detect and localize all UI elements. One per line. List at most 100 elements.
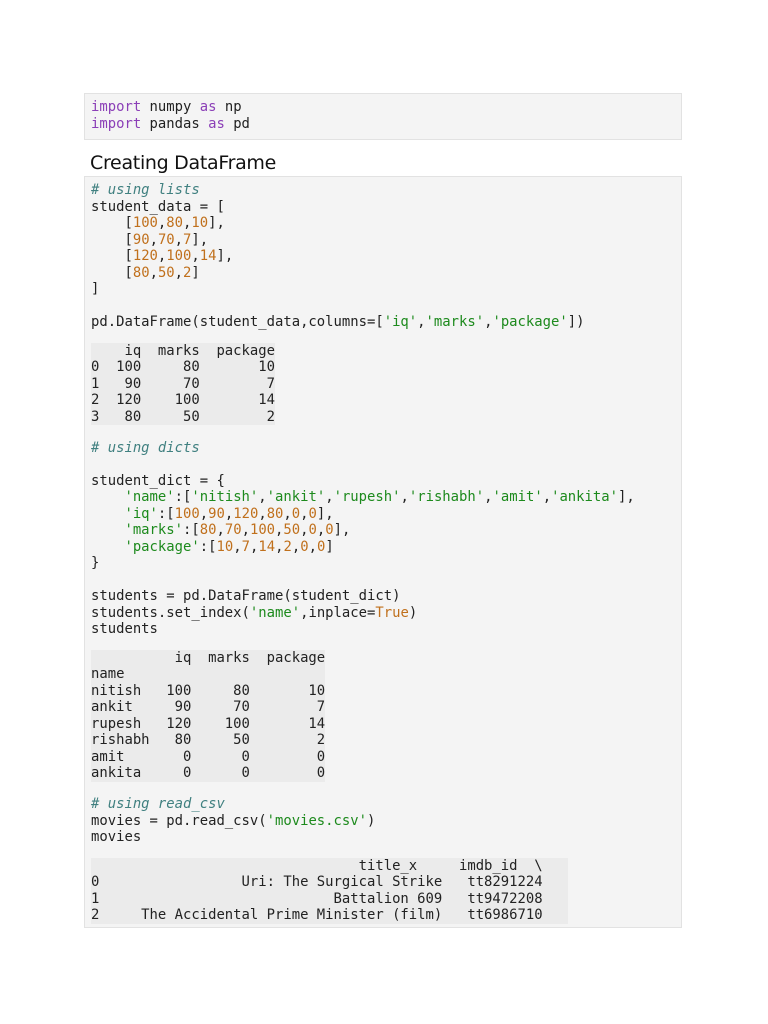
code-text: numpy <box>141 99 200 115</box>
code-string: 'marks' <box>425 314 485 330</box>
code-keyword: as <box>199 99 217 115</box>
code-text: , <box>484 489 493 505</box>
code-number: 0 <box>308 522 317 538</box>
code-string: 'rupesh' <box>333 489 401 505</box>
code-text: :[ <box>183 522 200 538</box>
code-number: 100 <box>249 522 276 538</box>
output-row: 3 80 50 2 <box>91 408 275 425</box>
code-text: , <box>300 505 309 522</box>
code-text: , <box>325 489 334 505</box>
code-text: ,inplace= <box>300 604 376 621</box>
code-comment: # using lists <box>91 182 200 198</box>
code-string: 'movies.csv' <box>266 812 367 829</box>
code-input[interactable]: # using dicts student_dict = { 'name':['… <box>91 440 675 638</box>
code-text: , <box>174 264 184 281</box>
code-text: movies <box>91 829 142 845</box>
output-row: nitish 100 80 10 <box>91 682 326 699</box>
code-number: 50 <box>283 522 301 538</box>
code-text: , <box>233 538 242 555</box>
code-text: , <box>174 231 184 248</box>
code-text: ] <box>191 264 200 281</box>
code-text: , <box>216 522 225 538</box>
code-text: movies = pd.read_csv( <box>91 812 267 829</box>
code-text: , <box>258 489 267 505</box>
code-number: 0 <box>325 522 334 538</box>
code-string: 'marks' <box>124 522 183 538</box>
code-number: 10 <box>191 215 209 231</box>
code-text: , <box>258 505 267 522</box>
code-string: 'iq' <box>124 505 158 522</box>
code-cell-imports[interactable]: import numpy as np import pandas as pd <box>84 93 682 140</box>
code-text: , <box>417 314 426 330</box>
code-string: 'nitish' <box>191 489 259 505</box>
code-text: , <box>149 264 158 281</box>
code-text: , <box>241 522 250 538</box>
code-keyword: import <box>91 99 142 115</box>
code-string: 'package' <box>492 314 568 330</box>
code-comment: # using read_csv <box>91 796 225 812</box>
code-number: 10 <box>216 538 234 555</box>
dataframe-output: iq marks package 0 100 80 10 1 90 70 7 2… <box>91 342 275 425</box>
code-number: 80 <box>132 264 150 281</box>
code-number: 100 <box>132 215 158 231</box>
code-text: , <box>199 505 209 522</box>
code-comment: # using dicts <box>91 439 200 456</box>
output-row: title_x imdb_id \ <box>91 857 543 874</box>
code-text: students <box>91 621 158 637</box>
output-row: 0 100 80 10 <box>91 359 275 375</box>
code-number: 100 <box>174 505 200 522</box>
code-number: 120 <box>132 248 158 264</box>
code-text: , <box>191 248 200 264</box>
code-number: 14 <box>199 248 217 264</box>
code-text: , <box>542 489 552 505</box>
code-string: 'ankit' <box>266 489 326 505</box>
output-row: rupesh 120 100 14 <box>91 715 326 732</box>
output-row: iq marks package <box>91 649 326 666</box>
code-string: 'iq' <box>383 314 418 330</box>
code-text: ], <box>617 489 635 505</box>
code-input[interactable]: import numpy as np import pandas as pd <box>91 99 675 132</box>
code-number: 70 <box>224 522 242 538</box>
output-row: 1 Battalion 609 tt9472208 <box>91 890 568 907</box>
output-row: rishabh 80 50 2 <box>91 732 326 748</box>
code-keyword: import <box>91 115 142 132</box>
code-text: , <box>300 522 309 538</box>
code-text: [ <box>91 215 133 231</box>
output-row: 2 The Accidental Prime Minister (film) t… <box>91 907 568 923</box>
code-number: 80 <box>199 522 217 538</box>
code-input[interactable]: # using read_csv movies = pd.read_csv('m… <box>91 796 675 846</box>
code-text: ) <box>366 812 376 829</box>
code-number: 90 <box>132 231 150 248</box>
output-row: 0 Uri: The Surgical Strike tt8291224 <box>91 874 568 890</box>
code-number: 80 <box>166 215 184 231</box>
code-string: 'name' <box>249 604 301 621</box>
output-row: amit 0 0 0 <box>91 748 326 765</box>
dataframe-output: iq marks package name nitish 100 80 10 a… <box>91 649 326 782</box>
code-number: 70 <box>157 231 175 248</box>
code-number: 0 <box>300 538 309 555</box>
code-text: ] <box>325 538 334 555</box>
output-row: 1 90 70 7 <box>91 375 275 392</box>
code-number: 0 <box>308 505 317 522</box>
code-text: ], <box>191 231 209 248</box>
code-cell-creating-dataframe[interactable]: # using lists student_data = [ [100,80,1… <box>84 176 682 928</box>
code-text: student_dict = { <box>91 472 225 489</box>
code-text: , <box>283 505 292 522</box>
code-text: [ <box>91 248 133 264</box>
code-text: , <box>400 489 409 505</box>
code-text: ], <box>208 215 225 231</box>
code-text: ], <box>333 522 351 538</box>
code-text: np <box>216 99 242 115</box>
code-number: 80 <box>266 505 284 522</box>
code-input[interactable]: # using lists student_data = [ [100,80,1… <box>91 182 675 331</box>
code-text: students = pd.DataFrame(student_dict) <box>91 588 401 604</box>
code-number: 14 <box>258 538 276 555</box>
output-row: 2 120 100 14 <box>91 392 275 408</box>
section-heading: Creating DataFrame <box>90 152 277 174</box>
code-string: 'amit' <box>492 489 543 505</box>
code-number: 50 <box>157 264 175 281</box>
code-string: 'package' <box>124 538 200 555</box>
